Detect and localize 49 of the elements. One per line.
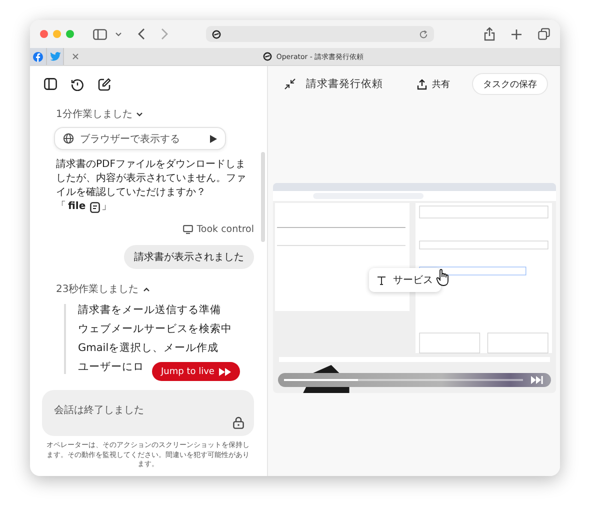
sidebar-icon[interactable] bbox=[93, 28, 107, 40]
sidebar-icon[interactable] bbox=[44, 78, 57, 90]
tabs-overview-icon[interactable] bbox=[538, 28, 550, 40]
task-title: 請求書発行依頼 bbox=[306, 77, 384, 91]
zoom-window-icon[interactable] bbox=[66, 30, 74, 38]
reload-icon[interactable] bbox=[419, 30, 428, 38]
compose-icon[interactable] bbox=[98, 78, 111, 91]
plus-icon[interactable] bbox=[511, 28, 522, 40]
assistant-message: 請求書のPDFファイルをダウンロードしましたが、内容が表示されていません。ファイルを確認していただけますか？ bbox=[56, 158, 247, 200]
share-button[interactable]: 共有 bbox=[411, 76, 456, 92]
pinned-tab[interactable] bbox=[30, 48, 47, 65]
pinned-tab[interactable] bbox=[47, 48, 64, 65]
circle-f-icon bbox=[33, 52, 43, 62]
history-icon[interactable] bbox=[71, 78, 84, 91]
step-item: ユーザーにロ bbox=[78, 361, 144, 374]
message-field[interactable]: 会話は終了しました bbox=[42, 390, 254, 436]
upload-icon bbox=[417, 78, 427, 90]
jump-to-live-button[interactable]: Jump to live bbox=[152, 362, 240, 381]
chevron-down-icon[interactable] bbox=[115, 32, 122, 36]
text-icon bbox=[377, 276, 386, 284]
close-window-icon[interactable] bbox=[40, 30, 48, 38]
hand-cursor-icon bbox=[436, 269, 450, 286]
step-item: Gmailを選択し、メール作成 bbox=[78, 342, 219, 355]
back-icon[interactable] bbox=[138, 28, 145, 40]
step-item: ウェブメールサービスを検索中 bbox=[78, 323, 232, 336]
share-icon[interactable] bbox=[484, 27, 495, 41]
view-in-browser-button[interactable]: ブラウザーで表示する bbox=[54, 127, 226, 150]
monitor-icon bbox=[182, 225, 193, 234]
globe-icon bbox=[63, 133, 74, 144]
bird-icon bbox=[50, 52, 60, 61]
collapse-arrows-icon[interactable] bbox=[284, 78, 296, 90]
document-icon bbox=[90, 202, 100, 212]
took-control-label: Took control bbox=[196, 224, 254, 235]
site-logo-icon bbox=[212, 30, 221, 38]
lock-icon bbox=[233, 416, 244, 429]
skip-to-end-icon[interactable] bbox=[531, 376, 543, 384]
play-icon bbox=[210, 134, 217, 142]
tooltip: サービス bbox=[369, 268, 441, 292]
forward-icon[interactable] bbox=[161, 28, 168, 40]
site-logo-icon bbox=[263, 52, 272, 61]
step-item: 請求書をメール送信する準備 bbox=[78, 304, 221, 317]
work-summary-toggle[interactable]: 23秒作業しました bbox=[56, 282, 150, 296]
scrollbar[interactable] bbox=[261, 152, 265, 242]
user-message: 請求書が表示されました bbox=[124, 245, 254, 269]
work-summary-toggle[interactable]: 1分作業しました bbox=[56, 107, 144, 121]
close-icon[interactable] bbox=[72, 53, 79, 60]
save-task-button[interactable]: タスクの保存 bbox=[472, 73, 548, 95]
file-link[interactable]: 「 file 」 bbox=[56, 200, 112, 214]
fast-forward-icon bbox=[219, 368, 232, 376]
